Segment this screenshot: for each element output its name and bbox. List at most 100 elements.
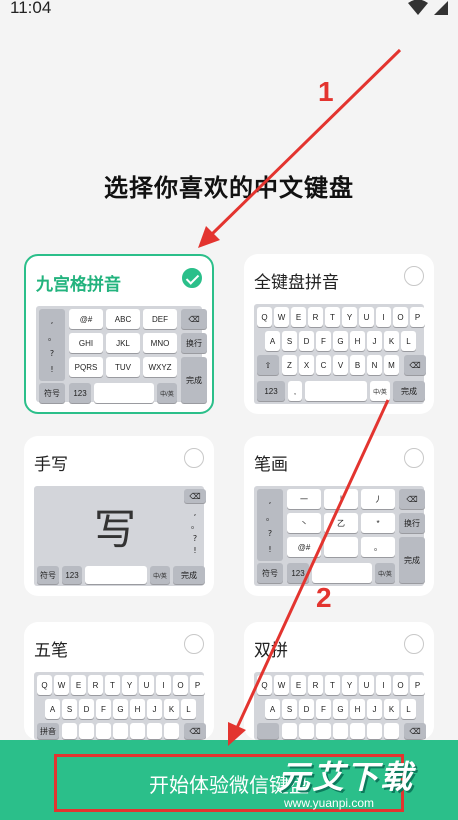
key: S	[62, 699, 77, 719]
keyboard-preview: Q W E R T Y U I O P A S D F G H J K L ⇧ Z X C V B N M ⌫ 123, 中/英 完成	[254, 304, 426, 404]
key: 符号	[37, 566, 59, 584]
key: 丨	[324, 489, 358, 509]
card-title: 五笔	[34, 641, 68, 661]
key: 符号	[257, 563, 283, 583]
key	[299, 723, 314, 739]
key: H	[130, 699, 145, 719]
key	[62, 723, 77, 739]
key: E	[291, 307, 306, 327]
key: A	[45, 699, 60, 719]
keyboard-option-jiugong[interactable]: 九宫格拼音 ,。?! @# ABC DEF GHI JKL MNO PQRS T…	[24, 254, 214, 414]
keyboard-option-handwrite[interactable]: 手写 写 ⌫ ,。?! 符号 123 中/英 完成	[24, 436, 214, 596]
keyboard-option-qwerty[interactable]: 全键盘拼音 Q W E R T Y U I O P A S D F G H J K L ⇧ Z X C V B N M ⌫ 123, 中/…	[244, 254, 434, 414]
key: L	[401, 331, 416, 351]
key: O	[393, 307, 408, 327]
key: 123	[257, 381, 285, 401]
key: 完成	[173, 566, 205, 584]
key: U	[359, 675, 374, 695]
page-title: 选择你喜欢的中文键盘	[104, 174, 354, 202]
key: P	[410, 307, 425, 327]
key: D	[79, 699, 94, 719]
key: H	[350, 699, 365, 719]
radio-icon[interactable]	[404, 634, 424, 654]
keyboard-option-stroke[interactable]: 笔画 ,。?! 一 丨 丿 丶 乙 * @# 。 ⌫ 换行 完成 符号 123 …	[244, 436, 434, 596]
key: 一	[287, 489, 321, 509]
key: N	[367, 355, 382, 375]
radio-icon[interactable]	[404, 266, 424, 286]
key: 丿	[361, 489, 395, 509]
key: @#	[69, 309, 103, 329]
key: A	[265, 331, 280, 351]
key: Y	[122, 675, 137, 695]
key: W	[54, 675, 69, 695]
key: T	[325, 675, 340, 695]
key	[147, 723, 162, 739]
space-key	[305, 381, 367, 401]
arrow-1-head	[198, 226, 220, 248]
key: 中/英	[370, 381, 390, 401]
key: Q	[257, 675, 272, 695]
key: H	[350, 331, 365, 351]
card-title: 笔画	[254, 455, 288, 475]
backspace-icon: ⌫	[404, 355, 426, 375]
key: E	[291, 675, 306, 695]
handwriting-glyph: 写	[94, 505, 137, 554]
key: 丶	[287, 513, 321, 533]
key: X	[299, 355, 314, 375]
key: Y	[342, 675, 357, 695]
watermark-url: www.yuanpi.com	[284, 796, 375, 810]
key: K	[164, 699, 179, 719]
key	[367, 723, 382, 739]
radio-icon[interactable]	[184, 634, 204, 654]
key: 拼音	[37, 723, 59, 739]
status-bar: 11:04	[0, 0, 458, 24]
keyboard-option-wubi[interactable]: 五笔 Q W E R T Y U I O P A S D F G H J K L 拼音 ⌫	[24, 622, 214, 740]
space-key	[312, 563, 372, 583]
key: Y	[342, 307, 357, 327]
card-title: 双拼	[254, 641, 288, 661]
radio-icon[interactable]	[404, 448, 424, 468]
keyboard-option-shuangpin[interactable]: 双拼 Q W E R T Y U I O P A S D F G H J K L ⌫	[244, 622, 434, 740]
key	[324, 537, 358, 557]
key: R	[308, 307, 323, 327]
key: 换行	[399, 513, 425, 533]
key: S	[282, 331, 297, 351]
key: 中/英	[375, 563, 395, 583]
wifi-icon	[408, 0, 428, 15]
key	[164, 723, 179, 739]
key: WXYZ	[143, 357, 177, 377]
key: F	[316, 331, 331, 351]
key: G	[333, 331, 348, 351]
card-title: 九宫格拼音	[36, 275, 121, 295]
key: B	[350, 355, 365, 375]
key: W	[274, 307, 289, 327]
keyboard-preview: Q W E R T Y U I O P A S D F G H J K L 拼音 ⌫	[34, 672, 206, 740]
status-time: 11:04	[10, 0, 52, 17]
backspace-icon: ⌫	[404, 723, 426, 739]
backspace-icon: ⌫	[184, 489, 206, 503]
key: PQRS	[69, 357, 103, 377]
key: W	[274, 675, 289, 695]
key: 换行	[181, 333, 207, 353]
key	[316, 723, 331, 739]
key: 完成	[393, 381, 425, 401]
key: L	[181, 699, 196, 719]
punctuation-column: ,。?!	[191, 507, 199, 555]
key: 。	[361, 537, 395, 557]
radio-icon[interactable]	[184, 448, 204, 468]
key: @#	[287, 537, 321, 557]
key	[350, 723, 365, 739]
arrow-1-line	[208, 48, 402, 238]
key	[282, 723, 297, 739]
annotation-step-2: 2	[316, 582, 332, 613]
key: TUV	[106, 357, 140, 377]
key: 123	[62, 566, 82, 584]
key: GHI	[69, 333, 103, 353]
key: D	[299, 699, 314, 719]
backspace-icon: ⌫	[181, 309, 207, 329]
key: G	[113, 699, 128, 719]
key: G	[333, 699, 348, 719]
key: V	[333, 355, 348, 375]
radio-checked-icon[interactable]	[182, 268, 202, 288]
backspace-icon: ⌫	[184, 723, 206, 739]
